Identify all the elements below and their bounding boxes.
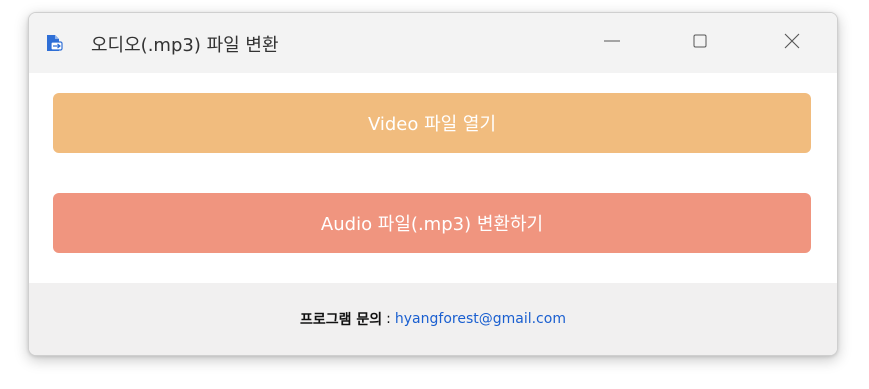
app-window: 오디오(.mp3) 파일 변환 Video 파일 열기 Audio 파일(.mp… bbox=[28, 12, 838, 356]
convert-audio-button[interactable]: Audio 파일(.mp3) 변환하기 bbox=[53, 193, 811, 253]
minimize-icon bbox=[603, 32, 621, 54]
maximize-button[interactable] bbox=[677, 13, 723, 73]
open-video-label: Video 파일 열기 bbox=[367, 114, 497, 135]
title-bar[interactable]: 오디오(.mp3) 파일 변환 bbox=[29, 13, 837, 73]
contact-email-link[interactable]: hyangforest@gmail.com bbox=[395, 311, 566, 327]
file-convert-icon bbox=[45, 34, 63, 52]
close-button[interactable] bbox=[769, 13, 815, 73]
window-title: 오디오(.mp3) 파일 변환 bbox=[91, 35, 279, 56]
maximize-icon bbox=[691, 32, 709, 54]
contact-separator: : bbox=[386, 311, 391, 327]
footer: 프로그램 문의 : hyangforest@gmail.com bbox=[29, 283, 837, 355]
main-content: Video 파일 열기 Audio 파일(.mp3) 변환하기 bbox=[29, 73, 837, 283]
contact-label: 프로그램 문의 bbox=[300, 312, 383, 328]
minimize-button[interactable] bbox=[589, 13, 635, 73]
open-video-button[interactable]: Video 파일 열기 bbox=[53, 93, 811, 153]
convert-audio-label: Audio 파일(.mp3) 변환하기 bbox=[320, 214, 544, 235]
close-icon bbox=[783, 32, 801, 54]
